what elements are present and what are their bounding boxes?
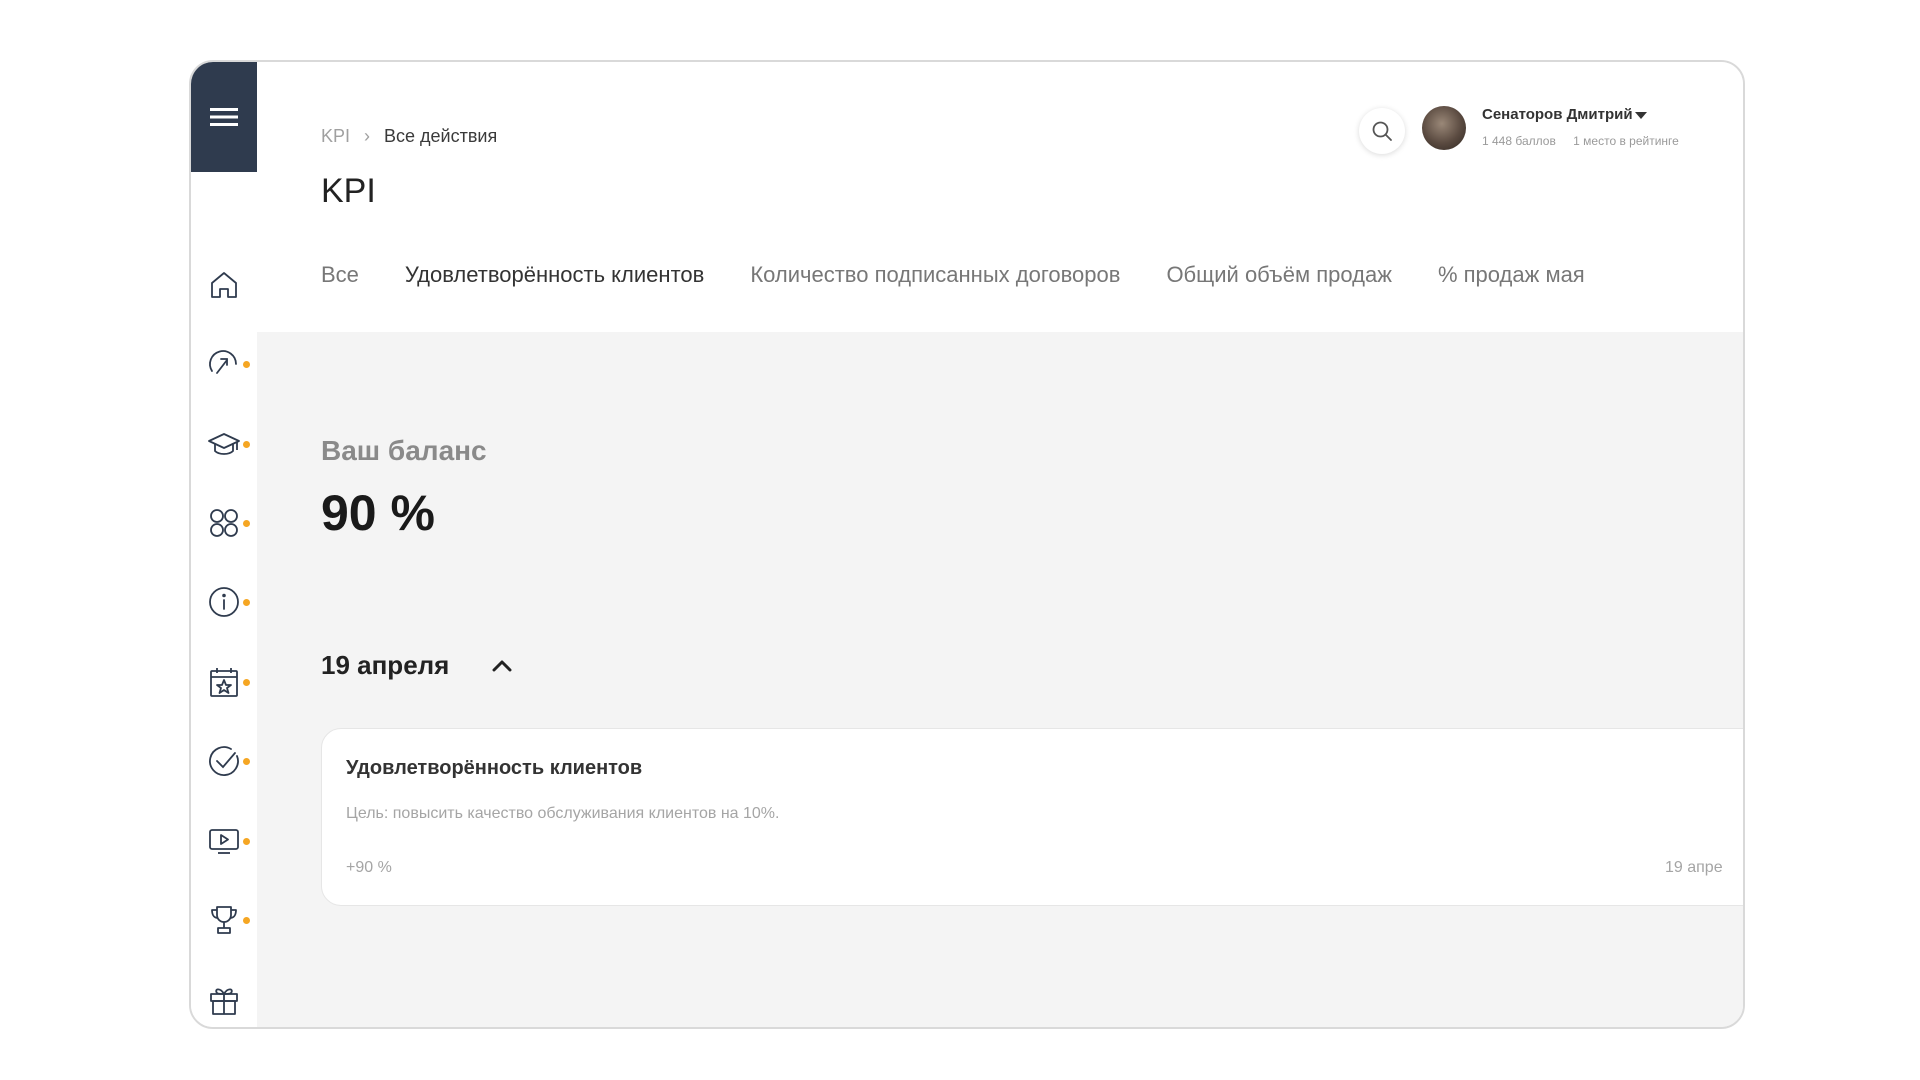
notification-dot (243, 758, 250, 765)
main-content: Ваш баланс 90 % 19 апреля Удовлетворённо… (257, 332, 1743, 1027)
check-circle-icon (209, 746, 239, 776)
user-meta: 1 448 баллов 1 место в рейтинге (1482, 134, 1693, 148)
page-header: KPI › Все действия KPI Все Удовлетворённ… (257, 62, 1743, 332)
card-title: Удовлетворённость клиентов (346, 757, 643, 779)
notification-dot (243, 917, 250, 924)
sidebar-item-info[interactable] (191, 577, 257, 627)
tab-total-sales[interactable]: Общий объём продаж (1166, 262, 1392, 288)
chevron-up-icon[interactable] (491, 655, 513, 677)
sidebar-item-events[interactable] (191, 657, 257, 707)
breadcrumb-current: Все действия (384, 126, 498, 146)
calendar-star-icon (210, 668, 238, 697)
sidebar-item-video[interactable] (191, 816, 257, 866)
notification-dot (243, 838, 250, 845)
balance-label: Ваш баланс (321, 435, 487, 466)
chevron-right-icon: › (364, 126, 371, 146)
balance-value: 90 % (321, 485, 435, 541)
speedometer-icon (209, 350, 237, 374)
card-description: Цель: повысить качество обслуживания кли… (346, 805, 780, 822)
gift-icon (210, 988, 238, 1015)
tab-signed-contracts[interactable]: Количество подписанных договоров (750, 262, 1120, 288)
tab-may-sales-percent[interactable]: % продаж мая (1438, 262, 1585, 288)
sidebar-item-dashboard[interactable] (191, 339, 257, 389)
kpi-activity-card[interactable]: Удовлетворённость клиентов Цель: повысит… (321, 728, 1743, 906)
graduation-cap-icon (208, 433, 240, 455)
sidebar-item-learning[interactable] (191, 419, 257, 469)
search-button[interactable] (1359, 108, 1405, 154)
notification-dot (243, 361, 250, 368)
sidebar-item-tasks[interactable] (191, 736, 257, 786)
search-icon (1372, 121, 1392, 141)
date-group-label: 19 апреля (321, 650, 450, 680)
menu-button[interactable] (191, 62, 257, 172)
card-date: 19 апре (1665, 859, 1723, 876)
info-icon (209, 587, 239, 617)
date-group-toggle[interactable]: 19 апреля (321, 650, 513, 681)
notification-dot (243, 441, 250, 448)
card-delta: +90 % (346, 859, 392, 876)
trophy-icon (211, 906, 237, 934)
notification-dot (243, 679, 250, 686)
sidebar-item-achievements[interactable] (191, 895, 257, 945)
user-name[interactable]: Сенаторов Дмитрий (1482, 106, 1633, 123)
sidebar-item-home[interactable] (191, 260, 257, 310)
notification-dot (243, 599, 250, 606)
page-title: KPI (321, 172, 376, 210)
sidebar-item-rewards[interactable] (191, 975, 257, 1025)
apps-icon (210, 509, 238, 537)
breadcrumb-link-kpi[interactable]: KPI (321, 126, 350, 147)
hamburger-icon (210, 108, 238, 126)
sidebar-item-apps[interactable] (191, 498, 257, 548)
app-window: KPI › Все действия KPI Все Удовлетворённ… (189, 60, 1745, 1029)
notification-dot (243, 520, 250, 527)
tab-bar: Все Удовлетворённость клиентов Количеств… (321, 262, 1631, 288)
tab-all[interactable]: Все (321, 262, 359, 288)
avatar[interactable] (1422, 106, 1466, 150)
sidebar (191, 62, 258, 1027)
breadcrumb: KPI › Все действия (321, 126, 497, 147)
tab-customer-satisfaction[interactable]: Удовлетворённость клиентов (405, 262, 704, 288)
user-rank: 1 место в рейтинге (1573, 134, 1679, 148)
video-icon (209, 829, 239, 854)
chevron-down-icon[interactable] (1635, 112, 1647, 119)
home-icon (211, 272, 237, 298)
user-points: 1 448 баллов (1482, 134, 1556, 148)
